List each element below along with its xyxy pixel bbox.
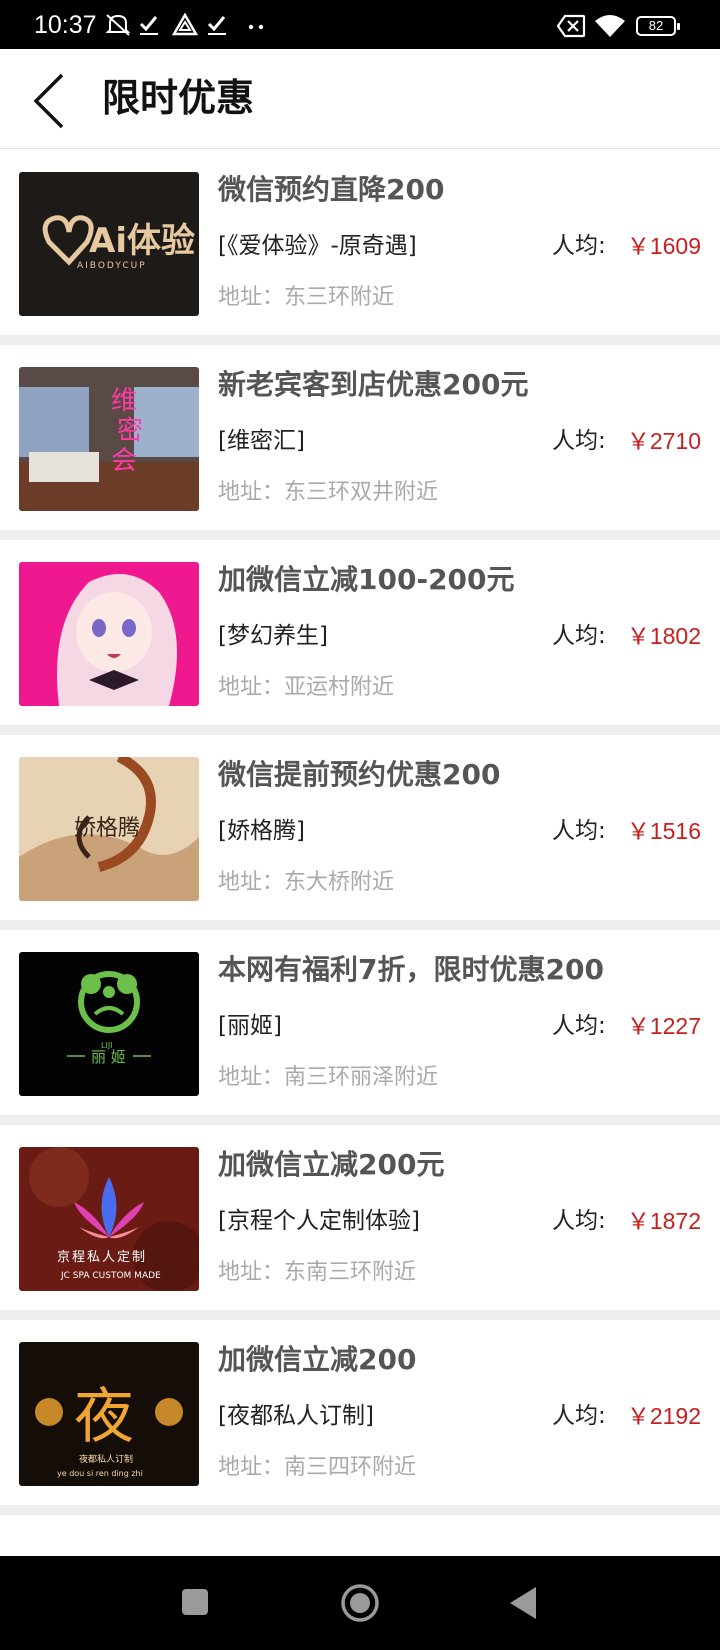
alert-triangle-icon <box>172 12 198 36</box>
list-item[interactable]: 夜 夜都私人订制 ye dou si ren ding zhi 加微信立减200… <box>0 1320 720 1515</box>
average-price: ￥1802 <box>626 623 701 649</box>
shop-thumbnail: Ai体验 AIBODYCUP <box>19 172 199 316</box>
average-price: ￥1516 <box>626 818 701 844</box>
deal-title: 微信提前预约优惠200 <box>218 758 501 791</box>
shop-thumbnail: 维 密 会 <box>19 367 199 511</box>
sim-off-icon <box>556 14 586 38</box>
shop-address: 地址：南三四环附近 <box>218 1455 417 1480</box>
list-item[interactable]: 娇格腾 微信提前预约优惠200 [娇格腾] 人均: ￥1516 地址：东大桥附近 <box>0 735 720 930</box>
home-button[interactable] <box>339 1583 381 1627</box>
svg-text:夜: 夜 <box>74 1382 134 1452</box>
recents-square-icon <box>182 1589 208 1615</box>
average-price-label: 人均: <box>552 1208 606 1234</box>
check-icon <box>207 16 226 35</box>
shop-name: [维密汇] <box>218 428 305 454</box>
svg-text:Ai体验: Ai体验 <box>89 221 195 261</box>
average-price-label: 人均: <box>552 428 606 454</box>
shop-thumbnail: LIJI 丽 姬 <box>19 952 199 1096</box>
svg-text:会: 会 <box>111 446 137 476</box>
chevron-left-icon <box>33 73 64 129</box>
mute-icon <box>105 14 131 36</box>
svg-text:娇格腾: 娇格腾 <box>74 816 140 841</box>
shop-thumbnail: 夜 夜都私人订制 ye dou si ren ding zhi <box>19 1342 199 1486</box>
shop-address: 地址：南三环丽泽附近 <box>218 1065 439 1090</box>
list-item[interactable]: 加微信立减100-200元 [梦幻养生] 人均: ￥1802 地址：亚运村附近 <box>0 540 720 735</box>
average-price-label: 人均: <box>552 818 606 844</box>
status-time: 10:37 <box>34 11 97 39</box>
shop-name: [夜都私人订制] <box>218 1403 374 1429</box>
shop-address: 地址：东三环双井附近 <box>218 480 439 505</box>
header: 限时优惠 <box>0 49 720 149</box>
svg-text:AIBODYCUP: AIBODYCUP <box>77 261 147 271</box>
recents-button[interactable] <box>180 1583 210 1627</box>
svg-text:密: 密 <box>117 416 143 446</box>
deal-title: 新老宾客到店优惠200元 <box>218 368 529 401</box>
shop-thumbnail: 京程私人定制 JC SPA CUSTOM MADE <box>19 1147 199 1291</box>
svg-text:京程私人定制: 京程私人定制 <box>57 1250 147 1265</box>
deal-title: 加微信立减100-200元 <box>218 563 515 596</box>
average-price: ￥1609 <box>626 233 701 259</box>
home-circle-icon <box>341 1584 379 1622</box>
deal-title: 微信预约直降200 <box>218 173 445 206</box>
shop-name: [丽姬] <box>218 1013 282 1039</box>
average-price-label: 人均: <box>552 623 606 649</box>
svg-text:维: 维 <box>111 386 137 416</box>
shop-address: 地址：东大桥附近 <box>218 870 395 895</box>
shop-name: [京程个人定制体验] <box>218 1208 420 1234</box>
svg-text:ye dou si ren ding zhi: ye dou si ren ding zhi <box>57 1469 143 1478</box>
average-price: ￥1872 <box>626 1208 701 1234</box>
average-price: ￥2192 <box>626 1403 701 1429</box>
list-item[interactable]: Ai体验 AIBODYCUP 微信预约直降200 [《爱体验》-原奇遇] 人均:… <box>0 150 720 345</box>
deal-list: Ai体验 AIBODYCUP 微信预约直降200 [《爱体验》-原奇遇] 人均:… <box>0 150 720 1515</box>
shop-thumbnail: 娇格腾 <box>19 757 199 901</box>
shop-name: [梦幻养生] <box>218 623 328 649</box>
shop-name: [娇格腾] <box>218 818 305 844</box>
system-nav-bar <box>0 1556 720 1650</box>
shop-thumbnail <box>19 562 199 706</box>
list-item[interactable]: 京程私人定制 JC SPA CUSTOM MADE 加微信立减200元 [京程个… <box>0 1125 720 1320</box>
shop-name: [《爱体验》-原奇遇] <box>218 233 417 259</box>
svg-text:JC SPA CUSTOM MADE: JC SPA CUSTOM MADE <box>60 1271 161 1281</box>
svg-text:夜都私人订制: 夜都私人订制 <box>79 1453 133 1465</box>
average-price-label: 人均: <box>552 1013 606 1039</box>
shop-address: 地址：东三环附近 <box>218 285 395 310</box>
svg-text:丽 姬: 丽 姬 <box>91 1048 126 1066</box>
back-button[interactable] <box>24 67 84 131</box>
battery-level: 82 <box>648 18 664 33</box>
list-item[interactable]: LIJI 丽 姬 本网有福利7折，限时优惠200 [丽姬] 人均: ￥1227 … <box>0 930 720 1125</box>
page-title: 限时优惠 <box>102 76 255 120</box>
shop-address: 地址：亚运村附近 <box>218 675 395 700</box>
shop-address: 地址：东南三环附近 <box>218 1260 417 1285</box>
wifi-icon <box>595 15 625 37</box>
average-price: ￥2710 <box>626 428 701 454</box>
average-price-label: 人均: <box>552 1403 606 1429</box>
deal-title: 加微信立减200 <box>218 1343 417 1376</box>
average-price-label: 人均: <box>552 233 606 259</box>
battery-icon: 82 <box>636 16 680 36</box>
status-bar: 10:37 82 <box>0 0 720 49</box>
back-triangle-icon <box>510 1587 536 1619</box>
deal-title: 加微信立减200元 <box>218 1148 445 1181</box>
average-price: ￥1227 <box>626 1013 701 1039</box>
list-item[interactable]: 维 密 会 新老宾客到店优惠200元 [维密汇] 人均: ￥2710 地址：东三… <box>0 345 720 540</box>
check-icon <box>139 16 158 35</box>
back-nav-button[interactable] <box>506 1583 540 1627</box>
more-dots-icon <box>248 24 264 30</box>
deal-title: 本网有福利7折，限时优惠200 <box>218 953 604 986</box>
